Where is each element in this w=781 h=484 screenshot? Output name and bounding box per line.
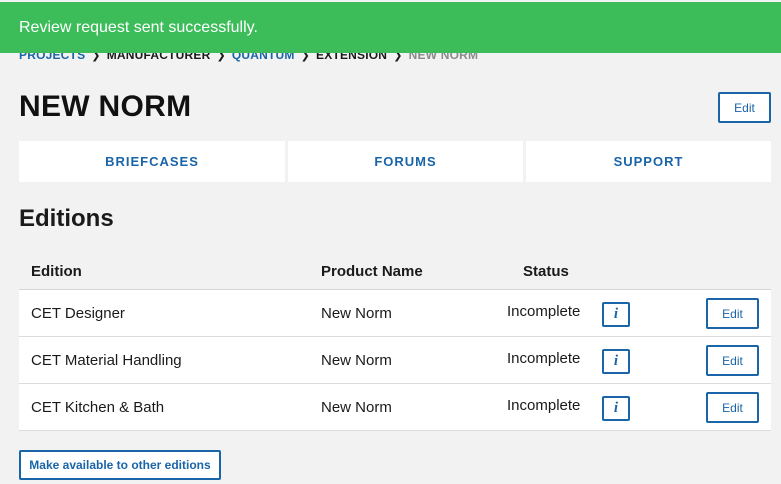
tab-briefcases[interactable]: BRIEFCASES — [19, 141, 285, 182]
page-title: NEW NORM — [19, 90, 192, 123]
toast-message: Review request sent successfully. — [19, 18, 258, 36]
product-name: New Norm — [321, 352, 392, 369]
edition-name: CET Material Handling — [31, 352, 182, 369]
edit-norm-button[interactable]: Edit — [718, 92, 771, 123]
table-row: CET Material Handling New Norm Incomplet… — [19, 337, 771, 384]
success-toast: Review request sent successfully. — [0, 2, 781, 53]
table-row: CET Kitchen & Bath New Norm Incomplete i… — [19, 384, 771, 431]
make-available-button[interactable]: Make available to other editions — [19, 450, 221, 480]
product-name: New Norm — [321, 305, 392, 322]
edition-name: CET Kitchen & Bath — [31, 399, 165, 416]
edit-edition-button[interactable]: Edit — [706, 392, 759, 423]
editions-table: Edition Product Name Status CET Designer… — [19, 256, 771, 431]
table-row: CET Designer New Norm Incomplete i Edit — [19, 290, 771, 337]
tab-support[interactable]: SUPPORT — [526, 141, 771, 182]
tab-forums[interactable]: FORUMS — [288, 141, 523, 182]
info-icon[interactable]: i — [602, 396, 630, 421]
info-icon[interactable]: i — [602, 349, 630, 374]
edit-edition-button[interactable]: Edit — [706, 298, 759, 329]
status-text: Incomplete — [507, 350, 581, 367]
status-text: Incomplete — [507, 397, 581, 414]
column-header-status: Status — [523, 263, 569, 280]
edition-name: CET Designer — [31, 305, 125, 322]
status-text: Incomplete — [507, 303, 581, 320]
info-icon[interactable]: i — [602, 302, 630, 327]
column-header-product: Product Name — [321, 263, 423, 280]
column-header-edition: Edition — [31, 263, 82, 280]
editions-title: Editions — [19, 205, 114, 232]
product-name: New Norm — [321, 399, 392, 416]
tab-bar: BRIEFCASES FORUMS SUPPORT — [19, 141, 771, 182]
table-header: Edition Product Name Status — [19, 256, 771, 290]
edit-edition-button[interactable]: Edit — [706, 345, 759, 376]
